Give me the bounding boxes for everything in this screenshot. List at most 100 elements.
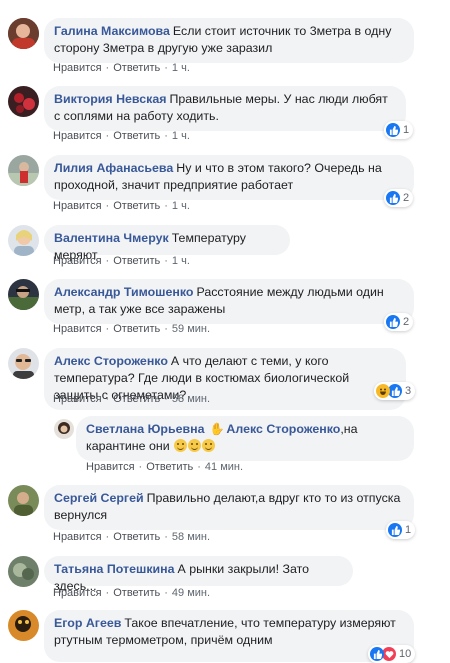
reply-link[interactable]: Ответить — [113, 323, 160, 335]
separator: · — [164, 587, 168, 599]
avatar[interactable] — [8, 225, 39, 256]
comment-author[interactable]: Светлана Юрьевна — [86, 422, 204, 436]
reply-link[interactable]: Ответить — [113, 587, 160, 599]
mention-link[interactable]: Алекс Стороженко — [226, 422, 340, 436]
reaction-count: 1 — [403, 124, 410, 136]
separator: · — [105, 62, 110, 74]
separator: · — [164, 323, 168, 335]
reaction-count: 10 — [399, 648, 412, 660]
like-link[interactable]: Нравится — [86, 461, 135, 473]
reply-link[interactable]: Ответить — [113, 200, 160, 212]
reaction-count: 1 — [405, 524, 412, 536]
comment-bubble: Сергей Сергей Правильно делают,а вдруг кт… — [44, 485, 414, 530]
avatar-image — [8, 86, 39, 117]
comment-bubble: Виктория Невская Правильные меры. У нас л… — [44, 86, 406, 131]
like-reaction-icon — [370, 647, 384, 661]
separator: · — [105, 531, 110, 543]
comment-actions: Нравится · Ответить · 58 мин. — [53, 531, 210, 543]
grinning-emoji-icon — [174, 439, 188, 452]
reaction-summary[interactable]: 10 — [368, 645, 416, 663]
comment-actions: Нравится · Ответить · 1 ч. — [53, 255, 190, 267]
comment-author[interactable]: Галина Максимова — [54, 24, 170, 38]
comment-bubble: Галина Максимова Если стоит источник то 3… — [44, 18, 414, 63]
avatar[interactable] — [8, 155, 39, 186]
comment-actions: Нравится · Ответить · 59 мин. — [53, 323, 210, 335]
comment-author[interactable]: Виктория Невская — [54, 92, 166, 106]
separator: · — [105, 587, 110, 599]
avatar[interactable] — [8, 485, 39, 516]
reaction-summary[interactable]: 2 — [384, 313, 414, 331]
reaction-summary[interactable]: 1 — [384, 121, 414, 139]
like-link[interactable]: Нравится — [53, 393, 102, 405]
comment-time[interactable]: 1 ч. — [172, 255, 190, 267]
comment-author[interactable]: Сергей Сергей — [54, 491, 144, 505]
haha-reaction-icon — [376, 384, 390, 398]
separator: · — [138, 461, 143, 473]
comment-author[interactable]: Валентина Чмерук — [54, 231, 169, 245]
like-reaction-icon — [388, 384, 402, 398]
separator: · — [164, 393, 168, 405]
like-reaction-icon — [386, 123, 400, 137]
comment-bubble: Александр Тимошенко Расстояние между людь… — [44, 279, 414, 324]
comment-author[interactable]: Лилия Афанасьева — [54, 161, 173, 175]
comment-time[interactable]: 58 мин. — [172, 393, 210, 405]
separator: · — [164, 62, 168, 74]
separator: · — [164, 255, 168, 267]
comment-time[interactable]: 1 ч. — [172, 130, 190, 142]
avatar[interactable] — [8, 610, 39, 641]
like-link[interactable]: Нравится — [53, 62, 102, 74]
comment-time[interactable]: 49 мин. — [172, 587, 210, 599]
avatar[interactable] — [54, 419, 74, 439]
comment-actions: Нравится · Ответить · 49 мин. — [53, 587, 210, 599]
avatar[interactable] — [8, 86, 39, 117]
separator: · — [164, 130, 168, 142]
reply-link[interactable]: Ответить — [113, 531, 160, 543]
reaction-count: 2 — [403, 192, 410, 204]
like-link[interactable]: Нравится — [53, 130, 102, 142]
comment-author[interactable]: Александр Тимошенко — [54, 285, 193, 299]
reply-link[interactable]: Ответить — [146, 461, 193, 473]
comment-bubble: Валентина Чмерук Температуру меряют — [44, 225, 290, 262]
comment-actions: Нравится · Ответить · 41 мин. — [86, 461, 243, 473]
reaction-summary[interactable]: 3 — [374, 382, 416, 400]
comment-time[interactable]: 58 мин. — [172, 531, 210, 543]
comment-author[interactable]: Егор Агеев — [54, 616, 121, 630]
grinning-emoji-icon — [202, 439, 216, 452]
avatar-image — [8, 610, 39, 641]
reply-link[interactable]: Ответить — [113, 255, 160, 267]
like-link[interactable]: Нравится — [53, 531, 102, 543]
avatar-image — [54, 419, 74, 439]
avatar[interactable] — [8, 556, 39, 587]
comment-time[interactable]: 1 ч. — [172, 62, 190, 74]
avatar-image — [8, 225, 39, 256]
separator: · — [105, 393, 110, 405]
comment-time[interactable]: 59 мин. — [172, 323, 210, 335]
grinning-emoji-icon — [188, 439, 202, 452]
separator: · — [164, 531, 168, 543]
like-link[interactable]: Нравится — [53, 323, 102, 335]
avatar-image — [8, 155, 39, 186]
wave-hand-icon: ✋ — [209, 422, 225, 436]
comment-actions: Нравится · Ответить · 1 ч. — [53, 62, 190, 74]
comment-time[interactable]: 41 мин. — [205, 461, 243, 473]
comment-bubble: Татьяна Потешкина А рынки закрыли! Зато з… — [44, 556, 353, 593]
reply-link[interactable]: Ответить — [113, 130, 160, 142]
avatar[interactable] — [8, 279, 39, 310]
reaction-summary[interactable]: 2 — [384, 189, 414, 207]
avatar-image — [8, 279, 39, 310]
reply-link[interactable]: Ответить — [113, 393, 160, 405]
comment-author[interactable]: Алекс Стороженко — [54, 354, 168, 368]
like-reaction-icon — [386, 315, 400, 329]
avatar[interactable] — [8, 348, 39, 379]
reaction-summary[interactable]: 1 — [386, 521, 416, 539]
reply-link[interactable]: Ответить — [113, 62, 160, 74]
like-link[interactable]: Нравится — [53, 587, 102, 599]
avatar[interactable] — [8, 18, 39, 49]
avatar-image — [8, 556, 39, 587]
comment-time[interactable]: 1 ч. — [172, 200, 190, 212]
comment-author[interactable]: Татьяна Потешкина — [54, 562, 175, 576]
separator: · — [105, 200, 110, 212]
like-link[interactable]: Нравится — [53, 200, 102, 212]
comment-actions: Нравится · Ответить · 58 мин. — [53, 393, 210, 405]
like-link[interactable]: Нравится — [53, 255, 102, 267]
